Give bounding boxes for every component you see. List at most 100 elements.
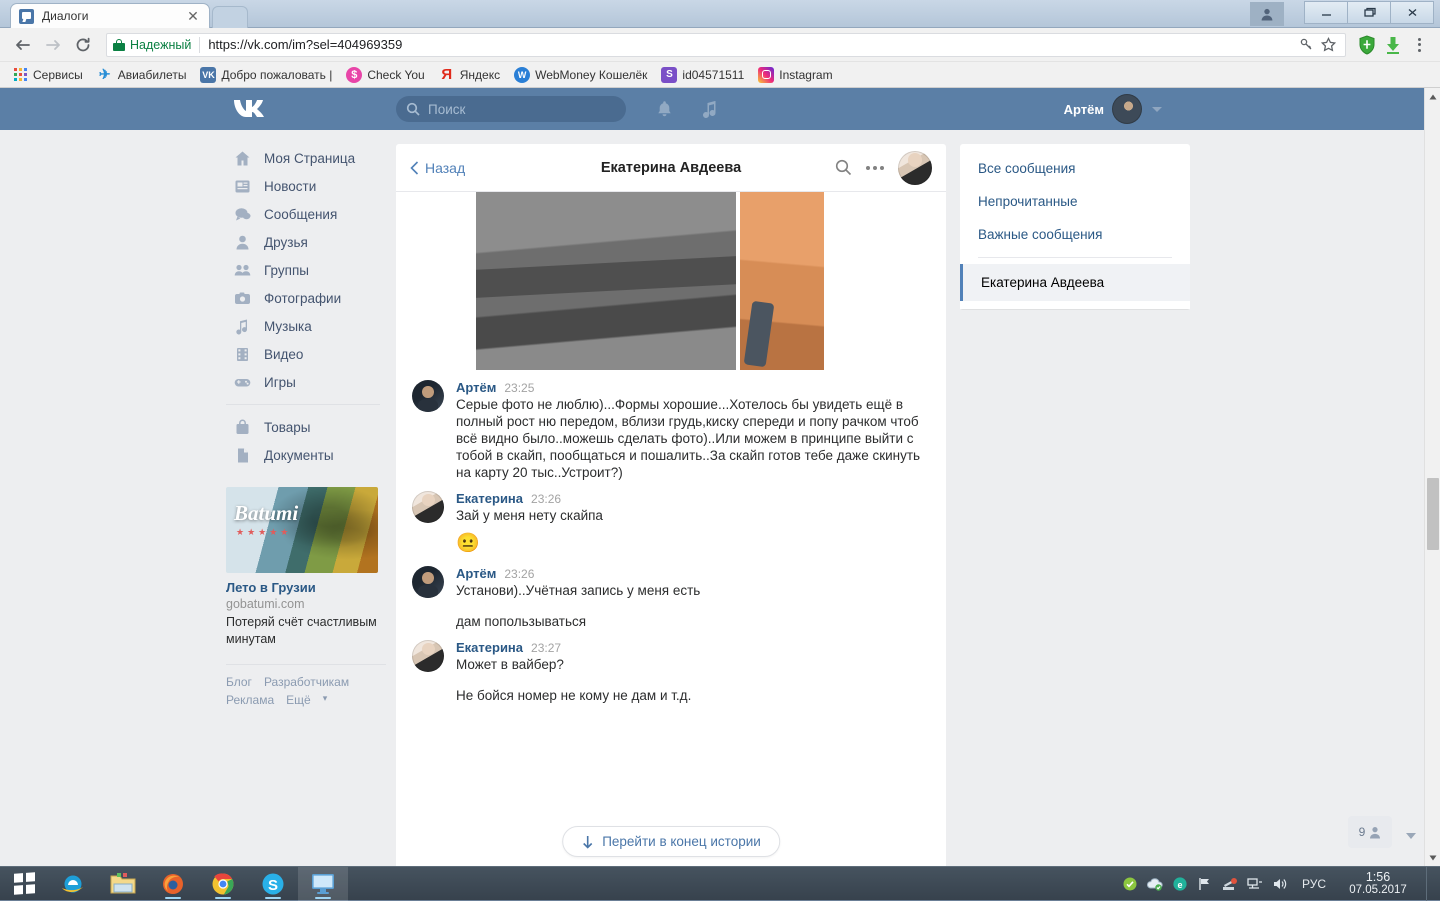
- message-author[interactable]: Екатерина: [456, 640, 523, 655]
- notifications-bell-icon[interactable]: [652, 97, 676, 121]
- sidebar-item-groups[interactable]: Группы: [226, 256, 386, 284]
- chevron-down-icon[interactable]: [1152, 107, 1162, 112]
- message-author[interactable]: Артём: [456, 380, 496, 395]
- footer-link-more[interactable]: Ещё: [286, 693, 311, 707]
- conversation-item-ekaterina[interactable]: Екатерина Авдеева: [960, 264, 1190, 301]
- forward-nav-icon[interactable]: [38, 30, 68, 60]
- bookmark-star-icon[interactable]: [1317, 34, 1339, 56]
- message-author[interactable]: Артём: [456, 566, 496, 581]
- bookmark-yandex[interactable]: Я Яндекс: [433, 65, 506, 85]
- chevron-down-icon[interactable]: ▾: [323, 693, 328, 707]
- back-nav-icon[interactable]: [8, 30, 38, 60]
- clock[interactable]: 1:56 07.05.2017: [1337, 871, 1423, 897]
- bookmark-instagram[interactable]: Instagram: [752, 65, 838, 85]
- avatar[interactable]: [1112, 94, 1142, 124]
- sidebar-item-video[interactable]: Видео: [226, 340, 386, 368]
- sidebar-item-label: Группы: [264, 263, 309, 278]
- taskbar-item-file-explorer[interactable]: [98, 867, 148, 901]
- scroll-up-arrow-icon[interactable]: [1425, 88, 1440, 105]
- music-note-icon[interactable]: [698, 97, 722, 121]
- tray-volume-icon[interactable]: [1269, 873, 1291, 895]
- adblock-shield-icon[interactable]: [1354, 30, 1380, 60]
- avatar[interactable]: [412, 566, 444, 598]
- bookmark-vk[interactable]: VK Добро пожаловать |: [194, 65, 338, 85]
- browser-profile-icon[interactable]: [1250, 2, 1284, 26]
- avatar[interactable]: [412, 491, 444, 523]
- more-options-icon[interactable]: [866, 166, 884, 170]
- sidebar-item-news[interactable]: Новости: [226, 172, 386, 200]
- tab-close-icon[interactable]: ✕: [185, 9, 201, 23]
- footer-link-advertising[interactable]: Реклама: [226, 693, 274, 707]
- sidebar-ad[interactable]: Batumi ★★★★★ Лето в Грузии gobatumi.com …: [226, 487, 378, 648]
- vk-search-input[interactable]: Поиск: [396, 96, 626, 122]
- taskbar-item-chrome[interactable]: [198, 867, 248, 901]
- bookmark-services[interactable]: Сервисы: [6, 65, 89, 85]
- bookmark-aviabilety[interactable]: ✈ Авиабилеты: [91, 65, 193, 85]
- filter-important[interactable]: Важные сообщения: [960, 218, 1190, 251]
- taskbar-item-firefox[interactable]: [148, 867, 198, 901]
- chevron-down-icon[interactable]: [1406, 833, 1416, 839]
- back-button[interactable]: Назад: [410, 160, 465, 176]
- avatar[interactable]: [412, 380, 444, 412]
- reload-icon[interactable]: [68, 30, 98, 60]
- online-friends-badge[interactable]: 9: [1348, 816, 1392, 848]
- sidebar-item-my-page[interactable]: Моя Страница: [226, 144, 386, 172]
- sidebar-item-friends[interactable]: Друзья: [226, 228, 386, 256]
- photo-attachment[interactable]: [476, 192, 736, 370]
- sidebar-item-documents[interactable]: Документы: [226, 441, 386, 469]
- minimize-button[interactable]: [1304, 1, 1348, 24]
- tray-cloud-sync-icon[interactable]: [1144, 873, 1166, 895]
- tray-network-alert-icon[interactable]: [1219, 873, 1241, 895]
- tray-shield-green-icon[interactable]: [1119, 873, 1141, 895]
- tray-antivirus-icon[interactable]: e: [1169, 873, 1191, 895]
- tray-flag-icon[interactable]: [1194, 873, 1216, 895]
- svg-text:e: e: [1177, 880, 1182, 890]
- sidebar-item-goods[interactable]: Товары: [226, 413, 386, 441]
- bookmark-skype-id[interactable]: S id04571511: [655, 65, 750, 85]
- message-author[interactable]: Екатерина: [456, 491, 523, 506]
- browser-menu-icon[interactable]: [1406, 38, 1432, 52]
- show-desktop-button[interactable]: [1426, 867, 1434, 901]
- sidebar-item-music[interactable]: Музыка: [226, 312, 386, 340]
- sidebar-item-photos[interactable]: Фотографии: [226, 284, 386, 312]
- footer-link-developers[interactable]: Разработчикам: [264, 675, 349, 689]
- photo-attachment[interactable]: [740, 192, 824, 370]
- new-tab-button[interactable]: [212, 6, 248, 28]
- taskbar-item-monitor-app[interactable]: [298, 867, 348, 901]
- search-icon[interactable]: [835, 159, 852, 176]
- filter-all-messages[interactable]: Все сообщения: [960, 152, 1190, 185]
- maximize-button[interactable]: [1347, 1, 1391, 24]
- scroll-down-arrow-icon[interactable]: [1425, 849, 1440, 866]
- vk-logo-icon[interactable]: [232, 96, 266, 124]
- scrollbar-thumb[interactable]: [1427, 478, 1439, 550]
- clock-time: 1:56: [1337, 871, 1419, 884]
- taskbar-item-skype[interactable]: S: [248, 867, 298, 901]
- jump-to-end-button[interactable]: Перейти в конец истории: [562, 826, 780, 857]
- vk-user-menu[interactable]: Артём: [1064, 94, 1162, 124]
- chevron-left-icon: [410, 161, 419, 175]
- bookmark-check-you[interactable]: $ Check You: [340, 65, 430, 85]
- footer-link-blog[interactable]: Блог: [226, 675, 252, 689]
- message-item: Екатерина 23:26 Зай у меня нету скайпа 😐: [396, 481, 946, 556]
- download-extension-icon[interactable]: [1380, 30, 1406, 60]
- password-key-icon[interactable]: [1295, 34, 1317, 56]
- tray-network-icon[interactable]: [1244, 873, 1266, 895]
- peer-avatar[interactable]: [898, 151, 932, 185]
- avatar[interactable]: [412, 640, 444, 672]
- start-button[interactable]: [0, 867, 48, 901]
- message-list[interactable]: Артём 23:25 Серые фото не люблю)...Формы…: [396, 192, 946, 866]
- filter-unread[interactable]: Непрочитанные: [960, 185, 1190, 218]
- vk-top-header: Поиск Артём: [0, 88, 1424, 130]
- sidebar-item-games[interactable]: Игры: [226, 368, 386, 396]
- ad-title[interactable]: Лето в Грузии: [226, 580, 378, 595]
- browser-tab[interactable]: Диалоги ✕: [10, 3, 210, 28]
- taskbar-item-internet-explorer[interactable]: [48, 867, 98, 901]
- address-bar[interactable]: Надежный https://vk.com/im?sel=404969359: [106, 33, 1346, 57]
- taskbar: S e РУС 1:5: [0, 866, 1440, 900]
- language-indicator[interactable]: РУС: [1294, 877, 1334, 891]
- ad-image[interactable]: Batumi ★★★★★: [226, 487, 378, 573]
- sidebar-item-messages[interactable]: Сообщения: [226, 200, 386, 228]
- bookmark-webmoney[interactable]: W WebMoney Кошелёк: [508, 65, 653, 85]
- page-scrollbar[interactable]: [1424, 88, 1440, 866]
- close-button[interactable]: [1390, 1, 1434, 24]
